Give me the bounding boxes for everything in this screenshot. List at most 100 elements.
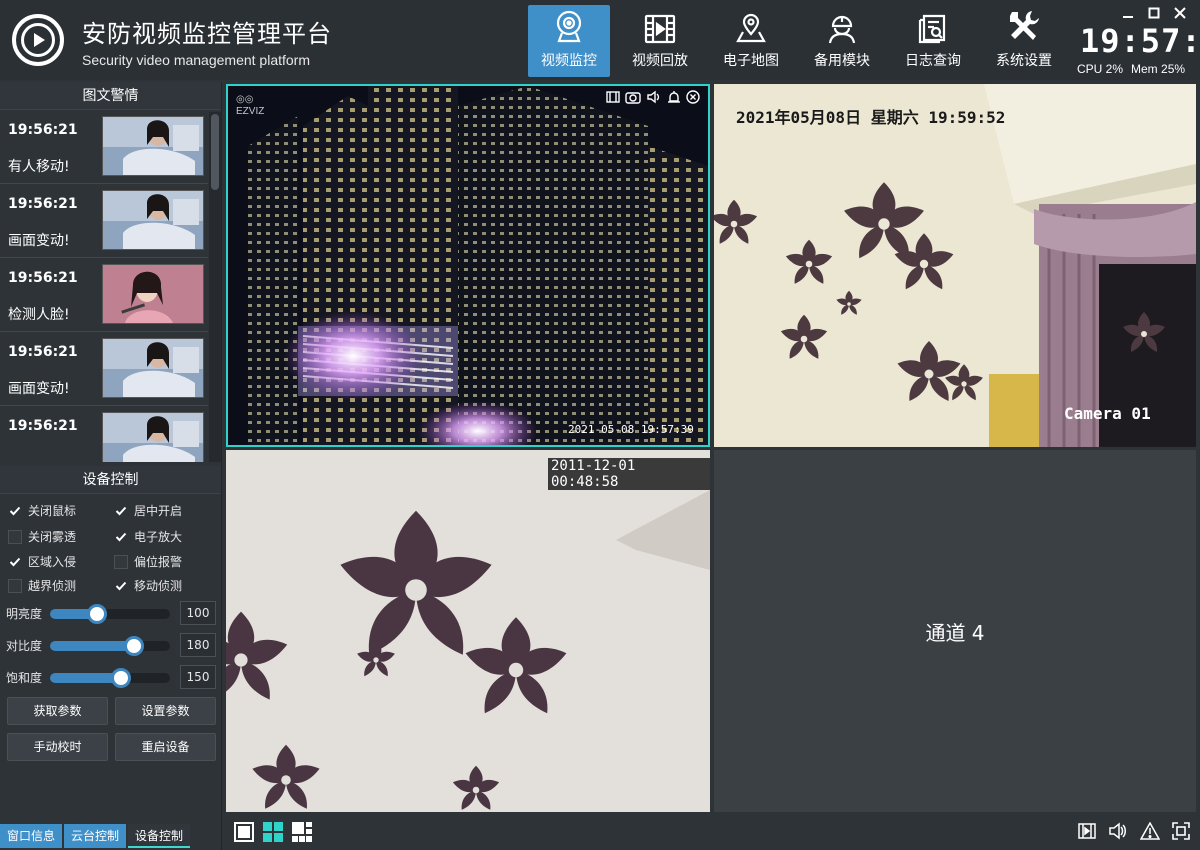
video-channel-1[interactable]: ◎◎ EZVIZ 2021-05-08 19:57:39	[226, 84, 710, 447]
close-button[interactable]	[1170, 6, 1190, 20]
snapshot-button[interactable]	[625, 90, 641, 104]
map-pin-icon	[736, 13, 766, 43]
brightness-slider-row: 明亮度 100	[6, 601, 216, 627]
nav-system-settings[interactable]: 系统设置	[983, 5, 1065, 77]
status-icons	[1066, 822, 1190, 840]
check-center-open[interactable]: 居中开启	[114, 502, 182, 519]
tab-window-info[interactable]: 窗口信息	[0, 824, 63, 848]
device-panel-title: 设备控制	[0, 466, 221, 494]
check-close-mouse[interactable]: 关闭鼠标	[8, 502, 76, 519]
get-params-button[interactable]: 获取参数	[7, 697, 108, 725]
check-icon	[114, 530, 128, 544]
video-channel-3[interactable]: 2011-12-01 00:48:58	[226, 450, 710, 812]
maximize-button[interactable]	[1144, 6, 1164, 20]
nav-video-monitor[interactable]: 视频监控	[528, 5, 610, 77]
alarm-panel-title: 图文警情	[0, 82, 221, 110]
close-channel-button[interactable]	[686, 90, 700, 104]
alarm-snapshot[interactable]	[102, 338, 204, 398]
nav-log-query[interactable]: 日志查询	[892, 5, 974, 77]
nav-backup-module[interactable]: 备用模块	[801, 5, 883, 77]
speaker-icon	[1109, 822, 1126, 840]
scrollbar-thumb[interactable]	[211, 114, 219, 190]
check-label: 电子放大	[134, 530, 183, 544]
slider-handle[interactable]	[110, 668, 131, 688]
film-icon	[606, 91, 620, 103]
check-label: 移动侦测	[134, 579, 183, 593]
checkbox-empty	[114, 554, 128, 569]
tab-device-control[interactable]: 设备控制	[128, 824, 191, 848]
alarm-snapshot[interactable]	[102, 190, 204, 250]
alarm-item[interactable]: 19:56:21 画面变动!	[0, 184, 208, 258]
contrast-value[interactable]: 180	[180, 633, 216, 657]
contrast-slider[interactable]	[50, 636, 170, 656]
check-offset-alarm[interactable]: 偏位报警	[114, 553, 182, 570]
alarm-snapshot[interactable]	[102, 116, 204, 176]
mem-usage: Mem 25%	[1131, 62, 1186, 76]
alarm-button[interactable]	[667, 90, 681, 104]
check-label: 关闭雾透	[28, 530, 77, 544]
alarm-time: 19:56:21	[8, 344, 78, 360]
check-digital-zoom[interactable]: 电子放大	[114, 528, 182, 545]
check-label: 居中开启	[134, 504, 183, 518]
fullscreen-icon	[1172, 822, 1190, 840]
tools-icon	[1010, 11, 1039, 40]
left-panel: 图文警情 19:56:21 有人移动! 19:56:21 画面变动! 19:56…	[0, 82, 222, 850]
alarm-scrollbar[interactable]	[209, 112, 221, 462]
alert-button[interactable]	[1140, 822, 1160, 840]
saturation-value[interactable]: 150	[180, 665, 216, 689]
slider-handle[interactable]	[124, 636, 144, 656]
video-channel-4[interactable]: 通道 4	[714, 450, 1196, 812]
check-line-crossing[interactable]: 越界侦测	[8, 577, 76, 594]
alarm-item[interactable]: 19:56:21 检测人脸!	[0, 258, 208, 332]
saturation-slider[interactable]	[50, 668, 170, 688]
record-button[interactable]	[606, 90, 620, 104]
check-area-intrusion[interactable]: 区域入侵	[8, 553, 76, 570]
check-label: 区域入侵	[28, 555, 77, 569]
audio-button[interactable]	[646, 90, 662, 104]
alarm-item[interactable]: 19:56:21 有人移动!	[0, 110, 208, 184]
record-all-button[interactable]	[1078, 822, 1096, 840]
layout-1plus5-button[interactable]	[292, 822, 312, 842]
alarm-clock-icon	[668, 91, 680, 103]
restart-device-button[interactable]: 重启设备	[115, 733, 216, 761]
alarm-item[interactable]: 19:56:21	[0, 406, 208, 462]
checkbox-empty	[8, 578, 22, 593]
tab-ptz-control[interactable]: 云台控制	[64, 824, 127, 848]
brightness-slider[interactable]	[50, 604, 170, 624]
nav-label: 视频回放	[632, 53, 688, 69]
slider-label: 饱和度	[6, 671, 43, 685]
volume-button[interactable]	[1108, 822, 1128, 840]
check-motion-detect[interactable]: 移动侦测	[114, 577, 182, 594]
osd-camera-name: Camera 01	[1064, 404, 1151, 423]
quad-view-icon	[263, 822, 283, 842]
video-channel-2[interactable]: 2021年05月08日 星期六 19:59:52 Camera 01	[714, 84, 1196, 447]
maximize-icon	[1148, 7, 1160, 19]
alarm-list[interactable]: 19:56:21 有人移动! 19:56:21 画面变动! 19:56:21 检…	[0, 110, 208, 462]
close-circle-icon	[686, 90, 700, 104]
nav-e-map[interactable]: 电子地图	[710, 5, 792, 77]
alarm-item[interactable]: 19:56:21 画面变动!	[0, 332, 208, 406]
alarm-snapshot[interactable]	[102, 264, 204, 324]
check-label: 偏位报警	[134, 555, 183, 569]
alarm-type: 检测人脸!	[8, 307, 70, 323]
bottom-toolbar	[226, 814, 1200, 850]
layout-2x2-button[interactable]	[263, 822, 283, 842]
nav-label: 日志查询	[905, 53, 961, 69]
layout-1x1-button[interactable]	[234, 822, 254, 842]
nav-label: 视频监控	[541, 53, 597, 69]
flower-wall-scene	[226, 450, 710, 812]
manual-time-sync-button[interactable]: 手动校时	[7, 733, 108, 761]
nav-video-playback[interactable]: 视频回放	[619, 5, 701, 77]
fullscreen-button[interactable]	[1172, 822, 1190, 840]
slider-handle[interactable]	[86, 604, 107, 624]
cloud-logo-icon: ◎◎	[236, 94, 254, 105]
check-icon	[8, 504, 22, 518]
brightness-value[interactable]: 100	[180, 601, 216, 625]
set-params-button[interactable]: 设置参数	[115, 697, 216, 725]
alarm-snapshot[interactable]	[102, 412, 204, 462]
minimize-button[interactable]	[1118, 6, 1138, 20]
check-defog-off[interactable]: 关闭雾透	[8, 528, 76, 545]
clock-display: 19:57:55	[1080, 22, 1200, 60]
camera-icon	[625, 92, 641, 104]
app-logo	[12, 14, 64, 66]
